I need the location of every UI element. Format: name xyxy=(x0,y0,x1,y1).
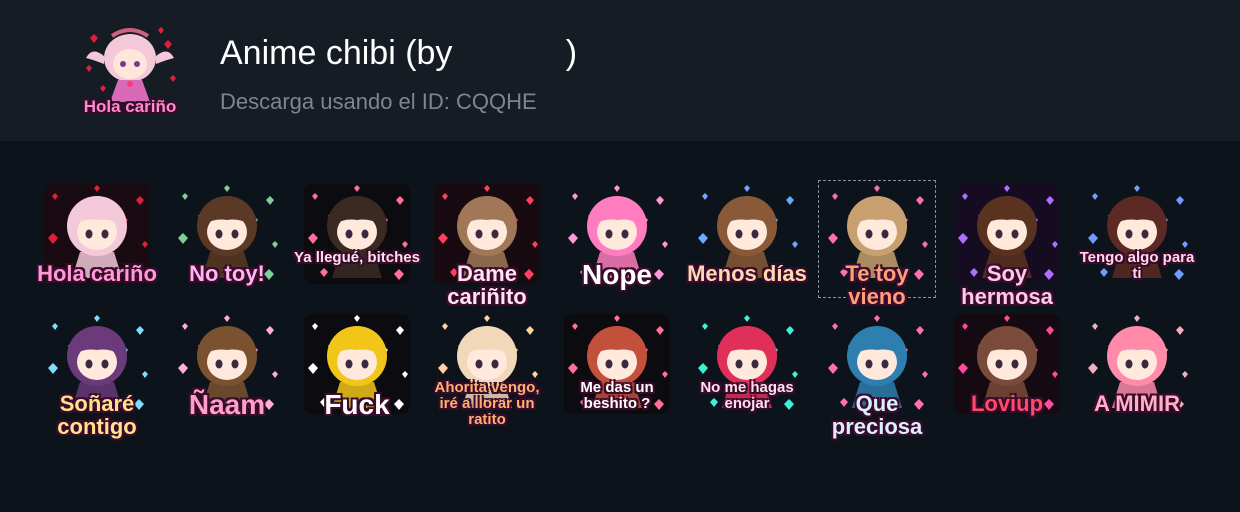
sticker-8[interactable]: Soy hermosa xyxy=(948,180,1066,308)
sticker-caption: Hola cariño xyxy=(37,261,157,286)
sticker-caption: Soñaré contigo xyxy=(57,391,137,440)
sticker-caption: No me hagas enojar xyxy=(700,379,794,412)
sticker-caption: Me das un beshito ? xyxy=(580,379,654,412)
sticker-9[interactable]: Tengo algo para ti xyxy=(1078,180,1196,298)
sticker-caption: Nope xyxy=(582,259,652,290)
sticker-caption: Soy hermosa xyxy=(961,261,1053,310)
sticker-caption: A MIMIR xyxy=(1094,391,1180,416)
pack-download-id: Descarga usando el ID: CQQHE xyxy=(220,89,537,114)
sticker-grid: Hola cariño No toy! Ya llegué, bitches Dame… xyxy=(0,141,1240,512)
sticker-17[interactable]: Loviup xyxy=(948,310,1066,428)
sticker-caption: No toy! xyxy=(189,261,265,286)
sticker-15[interactable]: No me hagas enojar xyxy=(688,310,806,428)
sticker-13[interactable]: Ahorita vengo, iré a llorar un ratito xyxy=(428,310,546,428)
sticker-12[interactable]: Fuck xyxy=(298,310,416,428)
sticker-11[interactable]: Ñaam xyxy=(168,310,286,428)
pack-title: Anime chibi (by ) xyxy=(220,34,578,72)
chibi-character-icon xyxy=(304,184,410,284)
sticker-14[interactable]: Me das un beshito ? xyxy=(558,310,676,428)
sticker-caption: Te toy vieno xyxy=(845,261,909,310)
pack-thumbnail: Hola cariño xyxy=(80,18,180,123)
sticker-caption: Ahorita vengo, iré a llorar un ratito xyxy=(434,379,540,428)
sticker-caption: Tengo algo para ti xyxy=(1079,249,1195,282)
sticker-6[interactable]: Menos días xyxy=(687,180,807,298)
pack-thumbnail-label: Hola cariño xyxy=(83,97,177,116)
sticker-caption: Fuck xyxy=(324,389,390,420)
sticker-5[interactable]: Nope xyxy=(558,180,676,298)
sticker-4[interactable]: Dame cariñito xyxy=(428,180,546,308)
sticker-10[interactable]: Soñaré contigo xyxy=(38,310,156,438)
sticker-caption: Menos días xyxy=(687,261,807,286)
sticker-caption: Ñaam xyxy=(188,389,266,420)
pack-header: Hola cariño Anime chibi (by ) Descarga u… xyxy=(0,0,1240,141)
sticker-3[interactable]: Ya llegué, bitches xyxy=(294,180,420,298)
sticker-2[interactable]: No toy! xyxy=(168,180,286,298)
sticker-caption: Loviup xyxy=(970,391,1044,416)
sticker-7[interactable]: Te toy vieno xyxy=(818,180,936,308)
sticker-1[interactable]: Hola cariño xyxy=(37,180,157,298)
sticker-18[interactable]: A MIMIR xyxy=(1078,310,1196,428)
sticker-caption: Dame cariñito xyxy=(447,261,527,310)
sticker-16[interactable]: Que preciosa xyxy=(818,310,936,438)
sticker-caption: Que preciosa xyxy=(831,391,923,440)
sticker-caption: Ya llegué, bitches xyxy=(294,249,420,266)
